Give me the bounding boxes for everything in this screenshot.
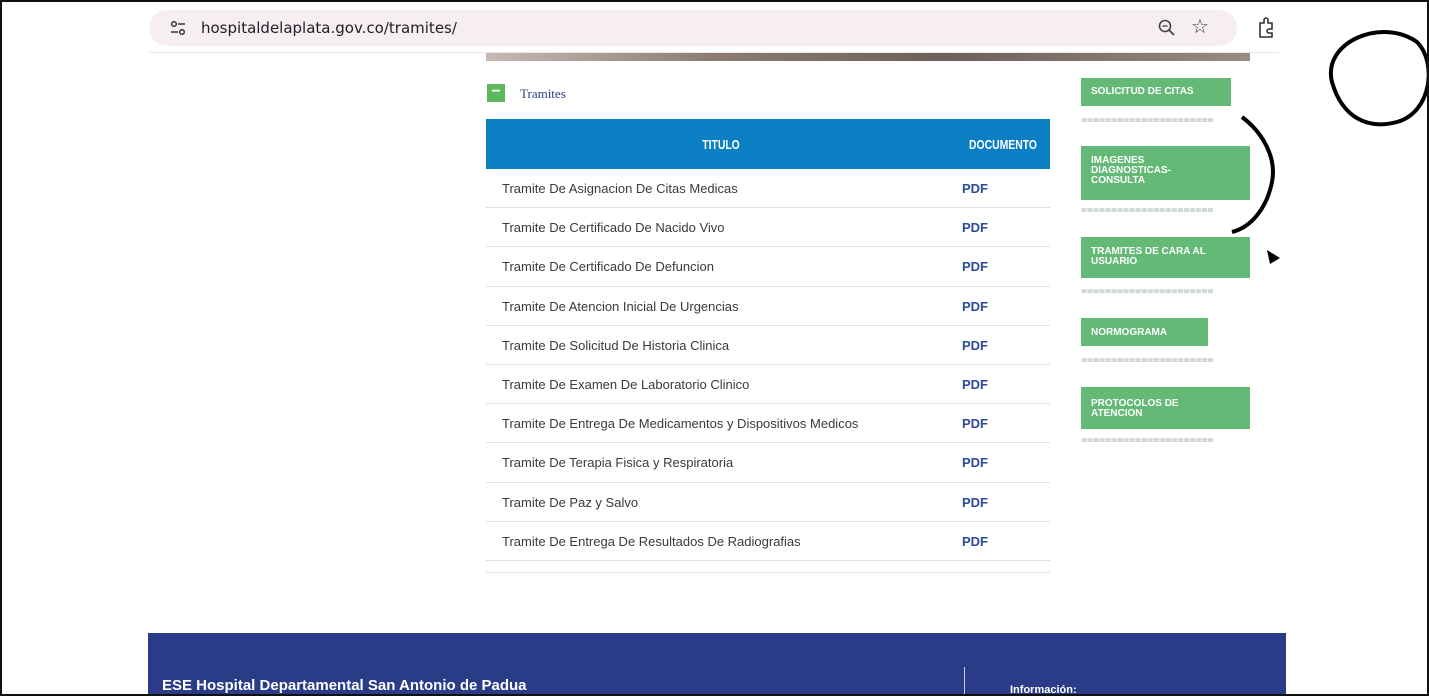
accordion-title[interactable]: Tramites [520,86,566,102]
table-bottom-border [486,572,1050,573]
row-title: Tramite De Paz y Salvo [502,494,639,510]
row-title: Tramite De Entrega De Resultados De Radi… [502,533,801,549]
tramites-table: TITULO DOCUMENTO Tramite De Asignacion D… [486,119,1050,561]
row-title: Tramite De Terapia Fisica y Respiratoria [502,455,734,471]
pdf-link[interactable]: PDF [962,534,988,549]
collapse-toggle-button[interactable]: − [487,84,505,102]
pdf-link[interactable]: PDF [962,495,988,510]
row-title: Tramite De Asignacion De Citas Medicas [502,181,738,196]
site-footer: ESE Hospital Departamental San Antonio d… [148,633,1286,696]
address-bar[interactable]: hospitaldelaplata.gov.co/tramites/ ☆ [149,10,1237,46]
pdf-link[interactable]: PDF [962,259,988,274]
footer-divider [964,667,965,694]
column-header-titulo: TITULO [702,137,740,152]
sidebar-separator: ====================== [1081,355,1214,366]
table-row: Tramite De Solicitud De Historia Clinica… [486,326,1050,365]
table-row: Tramite De Terapia Fisica y Respiratoria… [486,443,1050,483]
table-row: Tramite De Entrega De Medicamentos y Dis… [486,404,1050,444]
table-row: Tramite De Examen De Laboratorio Clinico… [486,365,1050,405]
footer-org-name: ESE Hospital Departamental San Antonio d… [162,677,527,694]
page-frame: hospitaldelaplata.gov.co/tramites/ ☆ − T… [0,0,1429,696]
table-row: Tramite De Paz y Salvo PDF [486,483,1050,522]
row-title: Tramite De Solicitud De Historia Clinica [502,337,730,353]
sidebar-separator: ====================== [1081,286,1214,297]
table-row: Tramite De Certificado De Nacido Vivo PDF [486,208,1050,248]
table-row: Tramite De Asignacion De Citas Medicas PD… [486,169,1050,209]
pdf-link[interactable]: PDF [962,416,988,431]
column-header-documento: DOCUMENTO [969,137,1037,152]
zoom-icon[interactable] [1157,18,1177,38]
protocolos-de-atencion-button[interactable]: PROTOCOLOS DE ATENCION [1081,387,1250,429]
pdf-link[interactable]: PDF [962,338,988,353]
pdf-link[interactable]: PDF [962,377,988,392]
row-title: Tramite De Entrega De Medicamentos y Dis… [502,416,859,432]
button-label: PROTOCOLOS DE ATENCION [1091,398,1179,419]
table-header: TITULO DOCUMENTO [486,119,1050,169]
row-title: Tramite De Certificado De Defuncion [502,259,714,275]
row-title: Tramite De Examen De Laboratorio Clinico [502,376,750,392]
table-row: Tramite De Certificado De Defuncion PDF [486,247,1050,287]
header-banner-image [486,53,1250,61]
pdf-link[interactable]: PDF [962,181,988,196]
pdf-link[interactable]: PDF [962,299,988,314]
pdf-link[interactable]: PDF [962,455,988,470]
sidebar-separator: ====================== [1081,435,1214,446]
table-row: Tramite De Entrega De Resultados De Radi… [486,522,1050,561]
site-settings-icon[interactable] [169,19,187,37]
footer-info-heading: Información: [1010,684,1077,696]
row-title: Tramite De Atencion Inicial De Urgencias [502,298,739,314]
table-row: Tramite De Atencion Inicial De Urgencias… [486,287,1050,326]
button-label: IMAGENES DIAGNOSTICAS-CONSULTA [1091,155,1171,186]
url-text[interactable]: hospitaldelaplata.gov.co/tramites/ [201,19,457,37]
annotation-drawing [1231,30,1427,264]
normograma-button[interactable]: NORMOGRAMA [1081,318,1208,346]
pdf-link[interactable]: PDF [962,220,988,235]
row-title: Tramite De Certificado De Nacido Vivo [502,220,725,236]
